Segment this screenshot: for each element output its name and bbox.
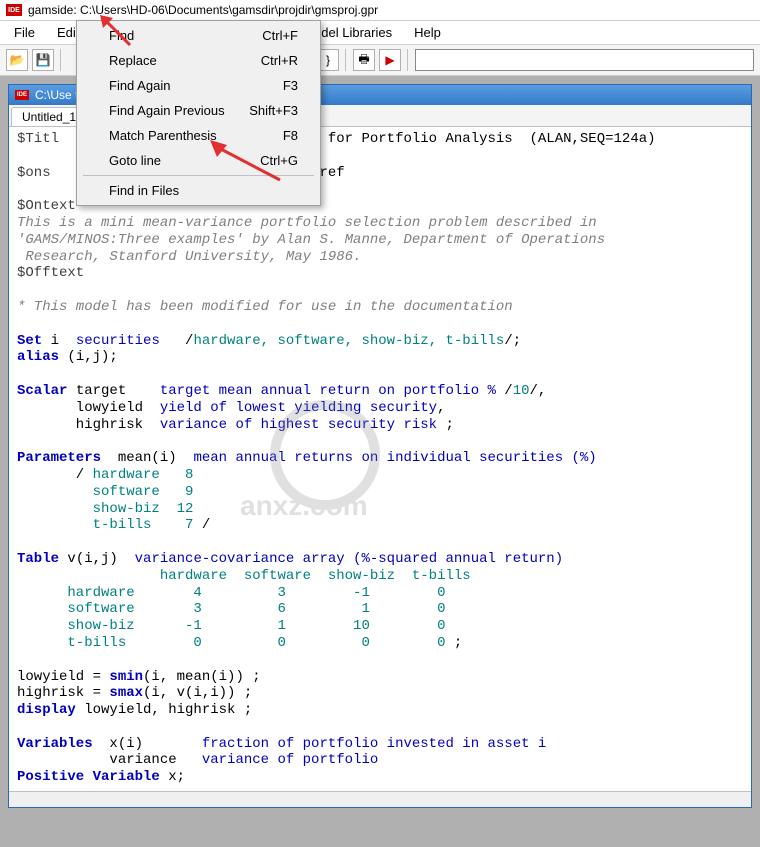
code-editor[interactable]: $Titl l for Portfolio Analysis (ALAN,SEQ… (9, 127, 751, 807)
run-button[interactable]: ▶ (379, 49, 401, 71)
app-icon: IDE (6, 4, 22, 16)
window-title: gamside: C:\Users\HD-06\Documents\gamsdi… (28, 3, 378, 17)
toolbar-separator (407, 49, 409, 71)
menu-help[interactable]: Help (404, 23, 451, 42)
open-button[interactable]: 📂 (6, 49, 28, 71)
toolbar-input[interactable] (415, 49, 754, 71)
save-button[interactable]: 💾 (32, 49, 54, 71)
toolbar-separator (60, 49, 62, 71)
dropdown-find-again-previous[interactable]: Find Again PreviousShift+F3 (79, 98, 318, 123)
menu-file[interactable]: File (4, 23, 45, 42)
dropdown-find-again[interactable]: Find AgainF3 (79, 73, 318, 98)
annotation-arrow-1 (95, 10, 135, 50)
doc-icon: IDE (15, 90, 29, 100)
dropdown-replace[interactable]: ReplaceCtrl+R (79, 48, 318, 73)
print-button[interactable]: 🖶 (353, 49, 375, 71)
annotation-arrow-2 (205, 135, 285, 185)
horizontal-scrollbar[interactable] (9, 791, 751, 807)
toolbar-separator (345, 49, 347, 71)
